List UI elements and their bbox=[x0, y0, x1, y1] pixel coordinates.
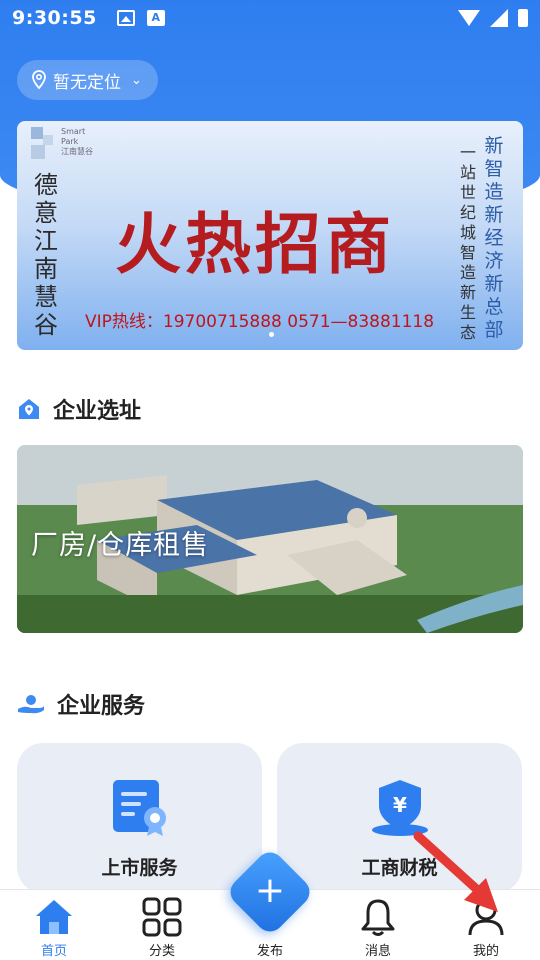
section-location-header: 企业选址 bbox=[17, 393, 141, 425]
banner-vertical-col-1: 一站世 纪城智 造新生 态 bbox=[459, 143, 476, 342]
home-icon bbox=[36, 900, 72, 934]
promo-banner[interactable]: Smart Park 江南慧谷 德 意 江 南 慧 谷 火热招商 VIP热线：1… bbox=[17, 121, 523, 350]
bell-icon bbox=[361, 899, 395, 936]
carousel-indicator bbox=[269, 332, 274, 337]
banner-vertical-left: 德 意 江 南 慧 谷 bbox=[34, 171, 58, 339]
banner-hotline: VIP热线：19700715888 0571—83881118 bbox=[85, 312, 435, 332]
chevron-down-icon: ⌄ bbox=[131, 72, 142, 88]
service-label: 上市服务 bbox=[101, 857, 178, 879]
signal-icon bbox=[490, 9, 508, 27]
tab-label: 首页 bbox=[40, 944, 67, 959]
tab-category[interactable]: 分类 bbox=[108, 890, 216, 960]
tab-home[interactable]: 首页 bbox=[0, 890, 108, 960]
plus-icon[interactable]: + bbox=[238, 860, 302, 924]
service-card-listing[interactable]: 上市服务 bbox=[17, 743, 262, 893]
wifi-icon bbox=[458, 10, 480, 26]
factory-label: 厂房/仓库租售 bbox=[31, 530, 210, 561]
certificate-icon bbox=[112, 780, 166, 836]
battery-icon bbox=[518, 9, 528, 27]
section-title: 企业服务 bbox=[57, 694, 146, 719]
tab-label: 我的 bbox=[472, 944, 499, 959]
location-selector[interactable]: 暂无定位 ⌄ bbox=[17, 60, 158, 100]
tab-label: 分类 bbox=[148, 944, 175, 959]
banner-logo: Smart Park 江南慧谷 bbox=[31, 127, 93, 161]
section-title: 企业选址 bbox=[53, 399, 142, 424]
location-pin-icon bbox=[32, 70, 46, 90]
tab-label: 发布 bbox=[256, 944, 283, 959]
banner-title: 火热招商 bbox=[115, 205, 395, 283]
red-arrow-annotation bbox=[413, 831, 498, 912]
tab-label: 消息 bbox=[364, 944, 391, 959]
logo-text-2: Park bbox=[61, 137, 79, 146]
app-notification-icon: A bbox=[146, 10, 165, 26]
logo-text-1: Smart bbox=[61, 127, 86, 136]
status-bar: 9:30:55 A bbox=[0, 0, 540, 36]
factory-listing-card[interactable]: 厂房/仓库租售 bbox=[17, 445, 523, 633]
logo-mark-icon bbox=[31, 127, 57, 161]
image-notification-icon bbox=[116, 10, 135, 26]
house-location-icon bbox=[19, 399, 39, 419]
banner-vertical-col-2: 新智造 新经济 新总部 bbox=[484, 135, 504, 341]
grid-icon bbox=[142, 897, 182, 937]
svg-text:¥: ¥ bbox=[393, 793, 407, 817]
logo-text-3: 江南慧谷 bbox=[61, 147, 93, 156]
hand-service-icon bbox=[18, 695, 44, 714]
location-label: 暂无定位 bbox=[53, 72, 121, 93]
status-time: 9:30:55 bbox=[12, 7, 97, 29]
section-service-header: 企业服务 bbox=[17, 688, 145, 720]
